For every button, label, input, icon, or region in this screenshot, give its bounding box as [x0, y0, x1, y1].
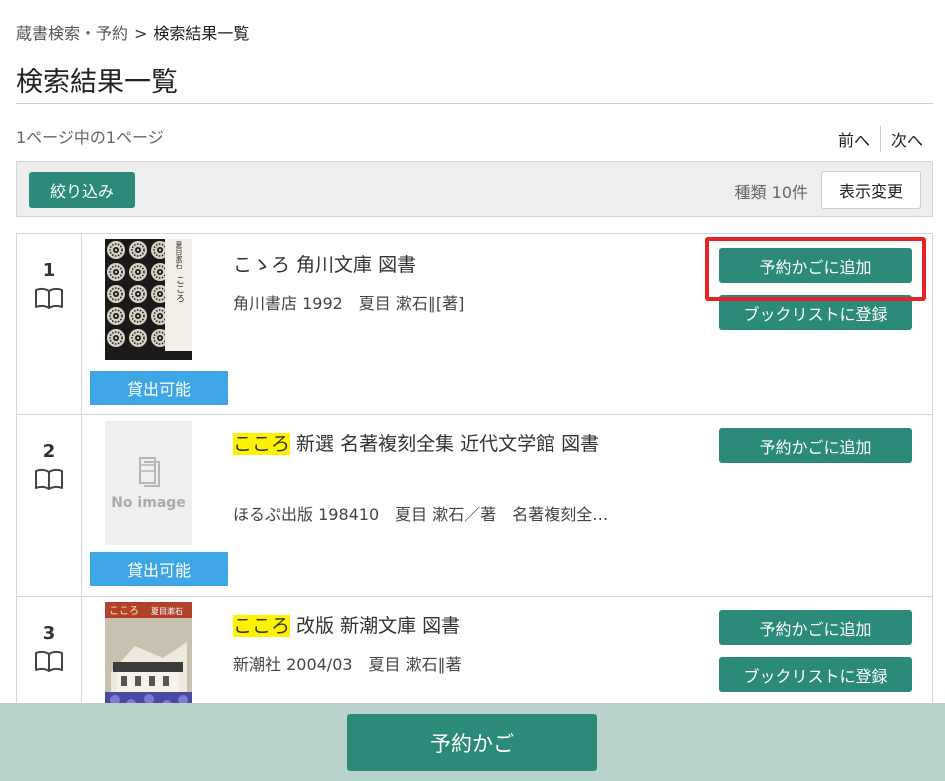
cover-kadokawa: 夏目漱石 こころ [105, 239, 192, 360]
results-list: 1 夏目漱石 こころ 貸出可能 こゝろ 角川文庫 図書 角川書店 1992 夏目… [16, 233, 933, 714]
result-number-column: 3 [17, 597, 82, 714]
cover-shincho: こころ 夏目漱石 [105, 602, 192, 714]
book-open-icon [35, 287, 63, 309]
result-number: 3 [42, 623, 56, 644]
title-highlight: こころ [233, 615, 291, 637]
book-cover-image[interactable]: 夏目漱石 こころ [105, 239, 192, 360]
result-count: 種類 10件 [734, 183, 808, 202]
result-meta: ほるぷ出版 198410 夏目 漱石／著 名著複刻全… [233, 505, 609, 524]
book-cover-image[interactable]: こころ 夏目漱石 [105, 602, 192, 714]
result-meta: 角川書店 1992 夏目 漱石∥[著] [233, 294, 465, 313]
breadcrumb-parent-link[interactable]: 蔵書検索・予約 [16, 24, 128, 43]
add-to-booklist-button[interactable]: ブックリストに登録 [719, 295, 912, 330]
add-to-reservation-cart-button[interactable]: 予約かごに追加 [719, 428, 912, 463]
book-open-icon [35, 650, 63, 672]
page-title: 検索結果一覧 [16, 67, 178, 98]
next-page-link[interactable]: 次へ [881, 127, 933, 151]
filter-button[interactable]: 絞り込み [29, 172, 135, 208]
no-image-label: No image [111, 495, 186, 511]
add-to-reservation-cart-button[interactable]: 予約かごに追加 [719, 248, 912, 283]
cover-author: 夏目漱石 [175, 241, 183, 270]
footer-bar: 予約かご [0, 703, 945, 781]
add-to-reservation-cart-button[interactable]: 予約かごに追加 [719, 610, 912, 645]
result-number-column: 1 [17, 234, 82, 414]
prev-page-link[interactable]: 前へ [828, 127, 880, 151]
availability-badge: 貸出可能 [90, 371, 228, 405]
display-change-button[interactable]: 表示変更 [821, 171, 921, 209]
cover-author: 夏目漱石 [151, 606, 183, 616]
book-cover-image[interactable]: No image [105, 421, 192, 545]
book-placeholder-icon [138, 457, 160, 487]
page-info: 1ページ中の1ページ [16, 128, 164, 147]
result-item: 2 No image 貸出可能 こころ 新選 名著複刻全集 近代文学館 図書 ほ… [17, 415, 932, 597]
title-text: こゝろ 角川文庫 図書 [233, 254, 417, 276]
result-number-column: 2 [17, 415, 82, 596]
result-meta: 新潮社 2004/03 夏目 漱石∥著 [233, 655, 462, 674]
breadcrumb: 蔵書検索・予約 > 検索結果一覧 [16, 20, 249, 44]
results-toolbar: 絞り込み 種類 10件 表示変更 [16, 161, 933, 217]
breadcrumb-separator: > [134, 24, 148, 43]
result-item: 3 こころ 夏目漱石 こころ 改版 新潮文庫 図書 新潮社 2004/03 夏目… [17, 597, 932, 714]
cover-title: こころ [174, 276, 184, 303]
availability-badge: 貸出可能 [90, 552, 228, 586]
add-to-booklist-button[interactable]: ブックリストに登録 [719, 657, 912, 692]
title-divider [16, 103, 933, 104]
title-text: 新選 名著複刻全集 近代文学館 図書 [290, 433, 600, 455]
title-highlight: こころ [233, 433, 291, 455]
breadcrumb-current: 検索結果一覧 [153, 24, 250, 43]
book-open-icon [35, 468, 63, 490]
result-number: 1 [42, 260, 56, 281]
reservation-cart-button[interactable]: 予約かご [347, 714, 597, 771]
result-title-link[interactable]: こゝろ 角川文庫 図書 [233, 250, 613, 281]
title-text: 改版 新潮文庫 図書 [290, 615, 461, 637]
result-title-link[interactable]: こころ 新選 名著複刻全集 近代文学館 図書 [233, 429, 613, 460]
pager: 前へ 次へ [828, 126, 933, 152]
cover-title: こころ [109, 606, 139, 617]
result-title-link[interactable]: こころ 改版 新潮文庫 図書 [233, 611, 613, 642]
result-item: 1 夏目漱石 こころ 貸出可能 こゝろ 角川文庫 図書 角川書店 1992 夏目… [17, 234, 932, 415]
result-number: 2 [42, 441, 56, 462]
